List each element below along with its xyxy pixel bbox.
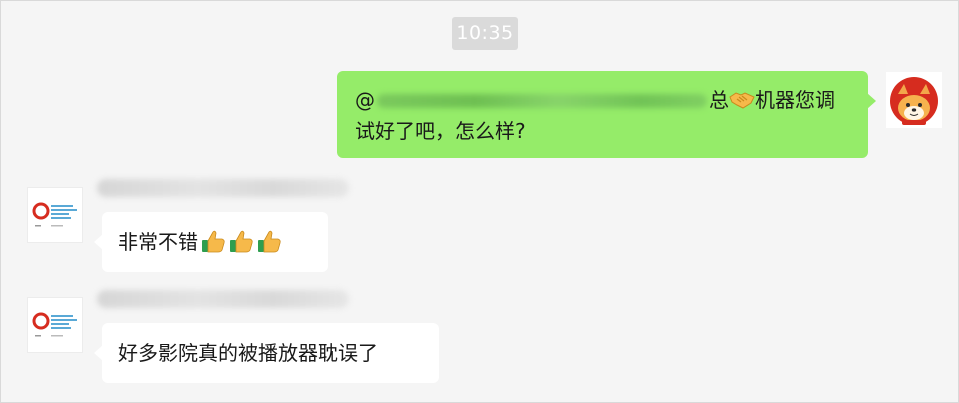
outgoing-message-line-2: 试好了吧，怎么样? xyxy=(355,119,526,143)
incoming-message-bubble[interactable]: 好多影院真的被播放器耽误了 xyxy=(94,323,439,383)
thumbs-up-icon xyxy=(200,217,226,253)
mention-suffix: 总 xyxy=(709,88,729,112)
outgoing-message-bubble[interactable]: @ 总 机器您调 试好了吧，怎么样? xyxy=(337,71,876,158)
outgoing-message-line-1: @ 总 机器您调 xyxy=(355,85,850,116)
outgoing-text-part: 机器您调 xyxy=(755,88,835,112)
shiba-avatar-icon xyxy=(886,72,942,128)
handshake-emoji-icon xyxy=(729,88,755,110)
contact-avatar[interactable] xyxy=(27,187,83,243)
chat-window: 10:35 @ 总 机器您调 试好了吧，怎么样? 非常不错 好多影院真的被播放器… xyxy=(0,0,959,403)
contact-name-redacted xyxy=(97,179,349,197)
message-timestamp: 10:35 xyxy=(452,17,518,50)
thumbs-up-icon xyxy=(228,217,254,253)
incoming-message-text: 好多影院真的被播放器耽误了 xyxy=(118,341,378,365)
incoming-message-bubble[interactable]: 非常不错 xyxy=(94,212,328,272)
contact-name-redacted xyxy=(97,290,349,308)
mention-prefix: @ xyxy=(355,88,375,112)
incoming-message-text: 非常不错 xyxy=(118,230,198,254)
company-logo-icon xyxy=(32,202,77,227)
contact-avatar[interactable] xyxy=(27,297,83,353)
company-logo-icon xyxy=(32,312,77,337)
self-avatar[interactable] xyxy=(886,72,942,128)
thumbs-up-icon xyxy=(256,217,282,253)
redacted-mention xyxy=(377,94,707,108)
